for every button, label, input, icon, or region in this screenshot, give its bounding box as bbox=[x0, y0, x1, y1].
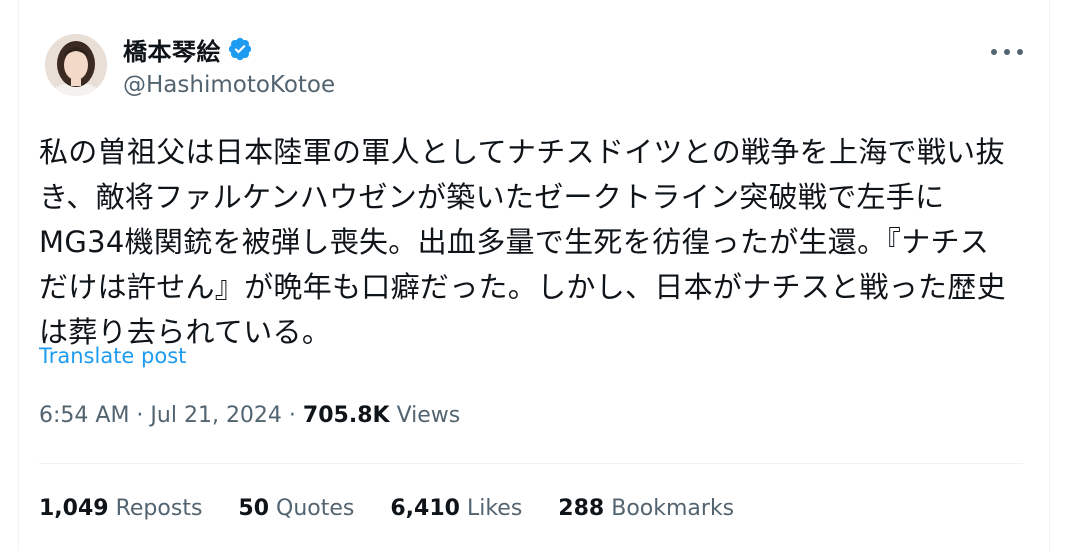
quotes-count: 50 bbox=[238, 496, 270, 521]
engagement-stats: 1,049 Reposts 50 Quotes 6,410 Likes 288 … bbox=[39, 496, 770, 521]
reposts-count: 1,049 bbox=[39, 496, 109, 521]
bookmarks-count: 288 bbox=[558, 496, 605, 521]
reposts-stat[interactable]: 1,049 Reposts bbox=[39, 496, 202, 521]
profile-photo-icon bbox=[45, 34, 107, 96]
meta-separator: · bbox=[281, 403, 303, 428]
tweet-meta: 6:54 AM · Jul 21, 2024 · 705.8K Views bbox=[39, 403, 460, 428]
reposts-label: Reposts bbox=[115, 496, 203, 521]
author-name-row[interactable]: 橋本琴絵 bbox=[123, 32, 253, 66]
views-label: Views bbox=[396, 403, 461, 428]
quotes-label: Quotes bbox=[276, 496, 355, 521]
tweet-card: 橋本琴絵 @HashimotoKotoe 私の曽祖父は日本陸軍の軍人としてナチス… bbox=[18, 0, 1050, 551]
meta-separator: · bbox=[129, 403, 151, 428]
tweet-text-line: は葬り去られている。 bbox=[39, 315, 332, 349]
tweet-text: 私の曽祖父は日本陸軍の軍人としてナチスドイツとの戦争を上海で戦い抜 き、敵将ファ… bbox=[39, 130, 1029, 355]
views-count: 705.8K bbox=[302, 403, 390, 428]
tweet-date[interactable]: Jul 21, 2024 bbox=[150, 403, 282, 428]
author-display-name[interactable]: 橋本琴絵 bbox=[123, 32, 221, 67]
likes-count: 6,410 bbox=[390, 496, 460, 521]
likes-label: Likes bbox=[466, 496, 523, 521]
likes-stat[interactable]: 6,410 Likes bbox=[390, 496, 522, 521]
tweet-text-line: き、敵将ファルケンハウゼンが築いたゼークトライン突破戦で左手に bbox=[39, 180, 945, 214]
translate-post-link[interactable]: Translate post bbox=[39, 344, 186, 368]
verified-badge-icon bbox=[228, 37, 252, 61]
tweet-time[interactable]: 6:54 AM bbox=[39, 403, 129, 428]
tweet-text-line: MG34機関銃を被弾し喪失。出血多量で生死を彷徨ったが生還。『ナチス bbox=[39, 225, 990, 259]
bookmarks-label: Bookmarks bbox=[611, 496, 735, 521]
tweet-text-line: 私の曽祖父は日本陸軍の軍人としてナチスドイツとの戦争を上海で戦い抜 bbox=[39, 135, 1005, 169]
tweet-text-line: だけは許せん』が晩年も口癖だった。しかし、日本がナチスと戦った歴史 bbox=[39, 270, 1006, 304]
author-handle[interactable]: @HashimotoKotoe bbox=[123, 72, 335, 98]
quotes-stat[interactable]: 50 Quotes bbox=[238, 496, 354, 521]
avatar[interactable] bbox=[45, 34, 107, 96]
bookmarks-stat[interactable]: 288 Bookmarks bbox=[558, 496, 734, 521]
divider bbox=[39, 463, 1023, 464]
more-options-icon[interactable] bbox=[991, 44, 1023, 60]
